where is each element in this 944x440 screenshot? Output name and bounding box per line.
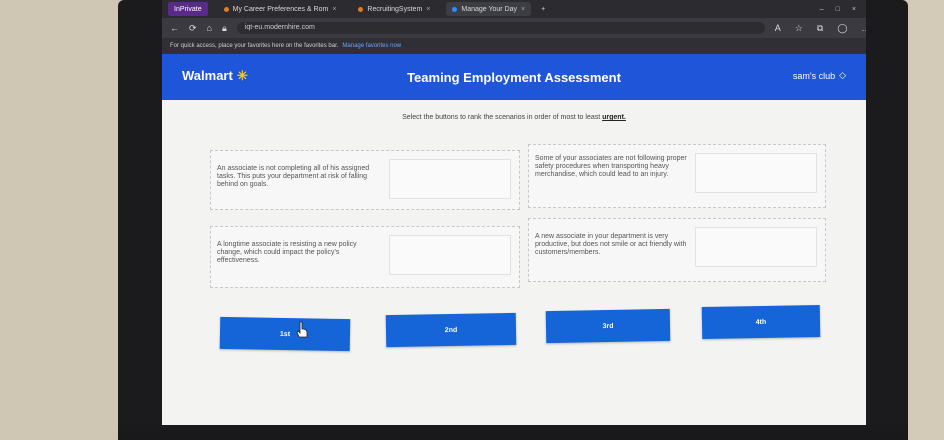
rank-1st-button[interactable]: 1st (219, 316, 351, 352)
collections-icon[interactable]: ⧉ (817, 23, 823, 34)
tab-label: InPrivate (174, 5, 202, 13)
rank-slot (389, 159, 511, 199)
instruction-emphasis: urgent. (602, 114, 626, 121)
app-header: Walmart ✳ Teaming Employment Assessment … (162, 54, 866, 100)
scenario-card-1[interactable]: An associate is not completing all of hi… (210, 150, 520, 210)
profile-icon[interactable]: ◯ (837, 23, 847, 34)
rank-3rd-button[interactable]: 3rd (545, 308, 671, 344)
address-bar-row: ← ⟳ ⌂ 🔒︎ iqt-eu.modernhire.com A ☆ ⧉ ◯ … (162, 18, 866, 38)
hand-cursor-icon (296, 321, 308, 338)
scenario-card-4[interactable]: A new associate in your department is ve… (528, 218, 826, 282)
close-tab-icon[interactable]: × (426, 6, 430, 13)
toolbar-icons: A ☆ ⧉ ◯ … (775, 23, 866, 34)
assessment-content: Select the buttons to rank the scenarios… (162, 100, 866, 440)
tab-recruiting-system[interactable]: RecruitingSystem × (352, 2, 436, 16)
manage-favorites-link[interactable]: Manage favorites now (342, 43, 401, 49)
instruction-prefix: Select the buttons to rank the scenarios… (402, 114, 601, 121)
instruction-text: Select the buttons to rank the scenarios… (162, 114, 866, 121)
scenario-text: A longtime associate is resisting a new … (217, 241, 357, 264)
tab-label: RecruitingSystem (367, 5, 423, 13)
page-title: Teaming Employment Assessment (407, 69, 621, 85)
close-tab-icon[interactable]: × (521, 6, 525, 13)
window-controls: – □ × (820, 6, 866, 13)
favorites-bar-text: For quick access, place your favorites h… (170, 43, 339, 49)
walmart-logo: Walmart ✳ (182, 68, 248, 83)
more-menu-icon[interactable]: … (861, 23, 866, 34)
rank-slot (695, 227, 817, 267)
address-input[interactable]: iqt-eu.modernhire.com (236, 22, 765, 34)
scenario-text: An associate is not completing all of hi… (217, 165, 370, 188)
scenario-card-3[interactable]: A longtime associate is resisting a new … (210, 226, 520, 288)
sams-club-logo: sam's club ◇ (793, 70, 846, 81)
back-icon[interactable]: ← (170, 23, 179, 33)
favorite-star-icon[interactable]: ☆ (795, 23, 803, 34)
rank-4th-button[interactable]: 4th (701, 304, 821, 340)
scenario-text: Some of your associates are not followin… (535, 155, 687, 178)
tab-inprivate[interactable]: InPrivate (168, 2, 208, 16)
minimize-icon[interactable]: – (820, 6, 824, 13)
scenario-card-2[interactable]: Some of your associates are not followin… (528, 144, 826, 208)
maximize-icon[interactable]: □ (836, 6, 840, 13)
browser-window: InPrivate My Career Preferences & Rom × R… (162, 0, 866, 440)
tab-manage-your-day[interactable]: Manage Your Day × (446, 2, 532, 16)
site-favicon-icon (223, 6, 229, 12)
new-tab-icon[interactable]: + (541, 6, 545, 13)
rank-slot (695, 153, 817, 193)
tab-bar: InPrivate My Career Preferences & Rom × R… (162, 0, 866, 18)
close-window-icon[interactable]: × (852, 6, 856, 13)
logo-text: Walmart (182, 68, 233, 83)
site-favicon-icon (358, 6, 364, 12)
home-icon[interactable]: ⌂ (207, 23, 212, 33)
rank-2nd-button[interactable]: 2nd (385, 312, 517, 348)
tab-label: My Career Preferences & Rom (232, 5, 329, 13)
sams-diamond-icon: ◇ (839, 70, 846, 80)
close-tab-icon[interactable]: × (332, 6, 336, 13)
tab-label: Manage Your Day (461, 5, 518, 13)
tab-career-preferences[interactable]: My Career Preferences & Rom × (218, 2, 343, 16)
lock-icon: 🔒︎ (221, 22, 227, 33)
sams-club-text: sam's club (792, 70, 836, 81)
refresh-icon[interactable]: ⟳ (189, 23, 197, 34)
favorites-bar: For quick access, place your favorites h… (162, 38, 866, 54)
site-favicon-icon (452, 6, 458, 12)
rank-slot (389, 235, 511, 275)
walmart-spark-icon: ✳ (236, 68, 248, 83)
monitor-bottom-bezel (118, 425, 908, 440)
scenario-text: A new associate in your department is ve… (535, 233, 687, 256)
read-aloud-icon[interactable]: A (775, 23, 781, 34)
